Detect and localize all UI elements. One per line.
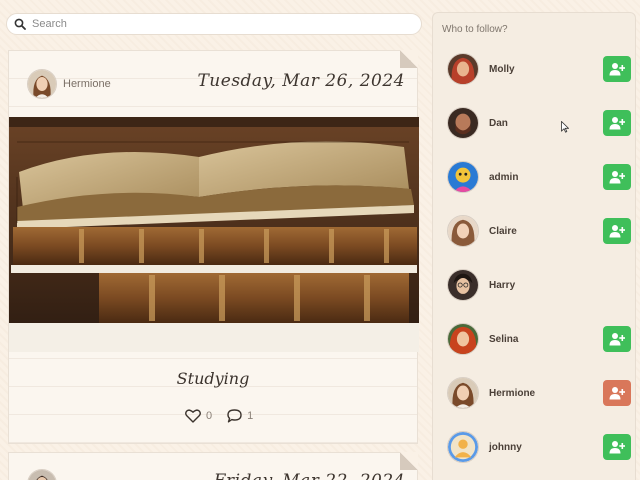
user-name[interactable]: Molly xyxy=(489,64,603,75)
comment-icon xyxy=(227,409,242,423)
comment-count: 1 xyxy=(247,410,254,422)
mouse-cursor-icon xyxy=(561,121,569,133)
user-name[interactable]: Selina xyxy=(489,334,603,345)
user-name[interactable]: Dan xyxy=(489,118,603,129)
like-button[interactable] xyxy=(185,409,201,423)
follow-item: johnny xyxy=(447,430,631,464)
follow-button[interactable] xyxy=(603,56,631,82)
user-plus-icon xyxy=(609,225,625,238)
follow-item: Claire xyxy=(447,214,631,248)
user-avatar[interactable] xyxy=(447,53,479,85)
follow-button[interactable] xyxy=(603,164,631,190)
follow-button[interactable] xyxy=(603,326,631,352)
user-plus-icon xyxy=(609,171,625,184)
search-input[interactable] xyxy=(32,18,412,30)
follow-button[interactable] xyxy=(603,218,631,244)
follow-item: Hermione xyxy=(447,376,631,410)
user-name[interactable]: Claire xyxy=(489,226,603,237)
comment-button[interactable] xyxy=(227,409,242,423)
post-date: Friday, Mar 22, 2024 xyxy=(214,471,405,480)
author-avatar[interactable] xyxy=(27,69,57,99)
user-avatar[interactable] xyxy=(447,431,479,463)
follow-button[interactable] xyxy=(603,110,631,136)
user-name[interactable]: johnny xyxy=(489,442,603,453)
post-image-books xyxy=(9,117,419,352)
user-plus-icon xyxy=(609,333,625,346)
user-plus-icon xyxy=(609,63,625,76)
user-name[interactable]: Hermione xyxy=(489,388,603,399)
search-bar[interactable] xyxy=(6,13,422,35)
sidebar-title: Who to follow? xyxy=(442,24,508,35)
follow-item: Selina xyxy=(447,322,631,356)
user-avatar[interactable] xyxy=(447,161,479,193)
follow-item: Dan xyxy=(447,106,631,140)
self-follow-button[interactable] xyxy=(603,380,631,406)
user-avatar[interactable] xyxy=(447,323,479,355)
user-avatar[interactable] xyxy=(447,269,479,301)
user-name[interactable]: admin xyxy=(489,172,603,183)
page-fold xyxy=(400,50,418,68)
author-avatar[interactable] xyxy=(27,469,57,480)
post-card: Hermione Tuesday, Mar 26, 2024 Studying … xyxy=(8,50,419,444)
post-actions: 0 1 xyxy=(185,409,263,423)
like-count: 0 xyxy=(206,410,213,422)
follow-button[interactable] xyxy=(603,434,631,460)
user-plus-icon xyxy=(609,117,625,130)
heart-icon xyxy=(185,409,201,423)
user-name[interactable]: Harry xyxy=(489,280,631,291)
follow-item: Molly xyxy=(447,52,631,86)
user-plus-icon xyxy=(609,387,625,400)
user-avatar[interactable] xyxy=(447,377,479,409)
post-caption: Studying xyxy=(176,369,250,388)
follow-item: Harry xyxy=(447,268,631,302)
who-to-follow-panel: Who to follow? Molly Dan admin Claire Ha… xyxy=(432,12,636,480)
user-avatar[interactable] xyxy=(447,215,479,247)
post-author[interactable]: Hermione xyxy=(63,78,111,90)
search-icon xyxy=(14,18,26,30)
post-date: Tuesday, Mar 26, 2024 xyxy=(197,71,405,91)
follow-item: admin xyxy=(447,160,631,194)
post-card: Friday, Mar 22, 2024 xyxy=(8,452,418,480)
user-plus-icon xyxy=(609,441,625,454)
user-avatar[interactable] xyxy=(447,107,479,139)
